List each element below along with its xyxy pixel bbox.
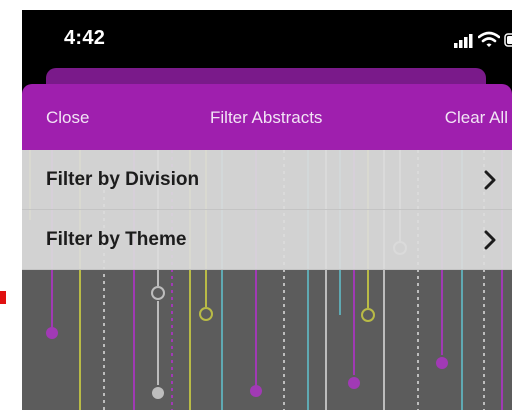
filter-list: Filter by Division Filter by Theme — [22, 150, 512, 270]
edge-marker — [0, 291, 6, 304]
filter-row-label: Filter by Theme — [46, 229, 187, 250]
status-bar: 4:42 — [22, 10, 512, 68]
chevron-right-icon — [484, 230, 496, 250]
close-button[interactable]: Close — [46, 109, 89, 127]
content-area: Filter by Division Filter by Theme — [22, 150, 512, 410]
phone-screen: 4:42 Close Filter Abstracts Clear All Fi… — [22, 10, 512, 410]
status-time: 4:42 — [64, 27, 106, 49]
navigation-bar: Close Filter Abstracts Clear All — [22, 84, 512, 150]
clear-all-button[interactable]: Clear All — [445, 109, 508, 127]
chevron-right-icon — [484, 170, 496, 190]
filter-row-division[interactable]: Filter by Division — [22, 150, 512, 210]
cellular-signal-icon — [454, 34, 473, 48]
filter-row-label: Filter by Division — [46, 169, 200, 190]
filter-row-theme[interactable]: Filter by Theme — [22, 210, 512, 270]
wifi-icon — [478, 31, 500, 47]
battery-icon — [504, 33, 512, 47]
page-title: Filter Abstracts — [210, 108, 323, 127]
